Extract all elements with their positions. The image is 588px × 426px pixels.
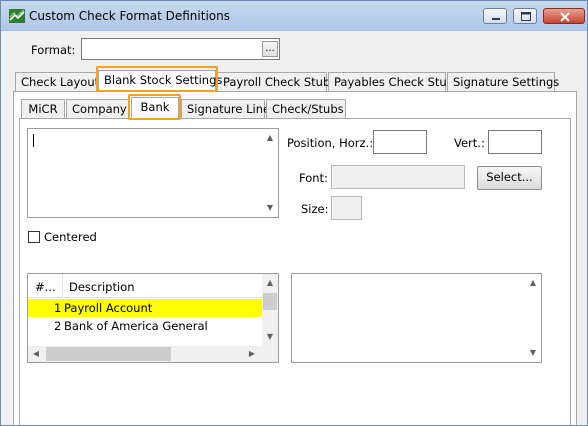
select-font-button[interactable]: Select... — [477, 166, 542, 190]
row-description: Payroll Account — [64, 301, 153, 315]
scroll-left-icon[interactable]: ◀ — [28, 346, 44, 362]
scroll-down-icon[interactable]: ▼ — [262, 200, 278, 216]
text-caret — [33, 134, 34, 147]
size-label: Size: — [301, 202, 329, 216]
bank-list[interactable]: #... Description 1 Payroll Account 2 Ban… — [27, 273, 279, 363]
title-bar[interactable]: Custom Check Format Definitions — [1, 1, 587, 31]
row-number: 2 — [54, 319, 62, 333]
vert-label: Vert.: — [454, 136, 485, 150]
format-browse-button[interactable]: ... — [262, 41, 278, 57]
bank-list-header: #... Description — [28, 274, 262, 298]
list-item[interactable]: 2 Bank of America General — [28, 317, 262, 335]
format-field[interactable] — [81, 38, 280, 60]
preview-scrollbar[interactable]: ▲ ▼ — [525, 274, 541, 362]
column-header-description[interactable]: Description — [69, 280, 135, 294]
position-horz-field[interactable] — [373, 130, 427, 154]
bank-text-area[interactable]: ▲ ▼ — [27, 128, 279, 218]
minimize-button[interactable] — [483, 8, 507, 24]
window-title: Custom Check Format Definitions — [29, 9, 230, 23]
column-header-number[interactable]: #... — [35, 280, 56, 294]
tab-signature-line[interactable]: Signature Line — [181, 99, 270, 119]
centered-checkbox[interactable] — [28, 231, 40, 243]
maximize-button[interactable] — [513, 8, 537, 24]
tab-payroll-check-stub[interactable]: Payroll Check Stub — [217, 72, 330, 92]
maximize-icon — [521, 12, 531, 21]
tab-highlight-outline — [96, 66, 218, 92]
format-label: Format: — [31, 43, 76, 57]
vscroll-thumb[interactable] — [263, 293, 277, 310]
close-button[interactable] — [543, 8, 585, 24]
minimize-icon — [492, 18, 500, 20]
scroll-up-icon[interactable]: ▲ — [262, 130, 278, 146]
subtab-highlight-outline — [128, 94, 181, 120]
hscroll-thumb[interactable] — [46, 347, 171, 361]
row-number: 1 — [54, 301, 62, 315]
position-horz-label: Position, Horz.: — [287, 136, 374, 150]
bank-list-vscrollbar[interactable]: ▲ ▼ — [262, 274, 278, 346]
close-icon — [560, 12, 570, 22]
dialog-window: Custom Check Format Definitions Format: … — [0, 0, 588, 426]
tab-payables-check-stub[interactable]: Payables Check Stub — [328, 72, 454, 92]
font-label: Font: — [299, 171, 328, 185]
scroll-down-icon[interactable]: ▼ — [525, 345, 541, 361]
tab-micr[interactable]: MiCR — [21, 99, 65, 119]
preview-box[interactable]: ▲ ▼ — [291, 273, 542, 363]
row-description: Bank of America General — [64, 319, 208, 333]
bank-list-hscrollbar[interactable]: ◀ ▶ — [28, 346, 262, 362]
tab-check-layout[interactable]: Check Layout — [15, 72, 99, 92]
scroll-right-icon[interactable]: ▶ — [244, 346, 260, 362]
app-flag-icon — [9, 9, 25, 23]
tab-signature-settings[interactable]: Signature Settings — [447, 72, 559, 92]
vert-field[interactable] — [488, 130, 542, 154]
centered-label[interactable]: Centered — [44, 230, 97, 244]
column-divider[interactable] — [62, 274, 63, 298]
size-field — [331, 196, 362, 220]
tab-company[interactable]: Company — [66, 99, 130, 119]
tab-check-stubs[interactable]: Check/Stubs — [266, 99, 346, 119]
list-item[interactable]: 1 Payroll Account — [28, 299, 262, 317]
text-area-scrollbar[interactable]: ▲ ▼ — [262, 129, 278, 217]
scroll-up-icon[interactable]: ▲ — [262, 275, 278, 291]
scroll-corner — [262, 346, 278, 362]
scroll-down-icon[interactable]: ▼ — [262, 329, 278, 345]
scroll-up-icon[interactable]: ▲ — [525, 275, 541, 291]
font-field — [331, 165, 465, 189]
